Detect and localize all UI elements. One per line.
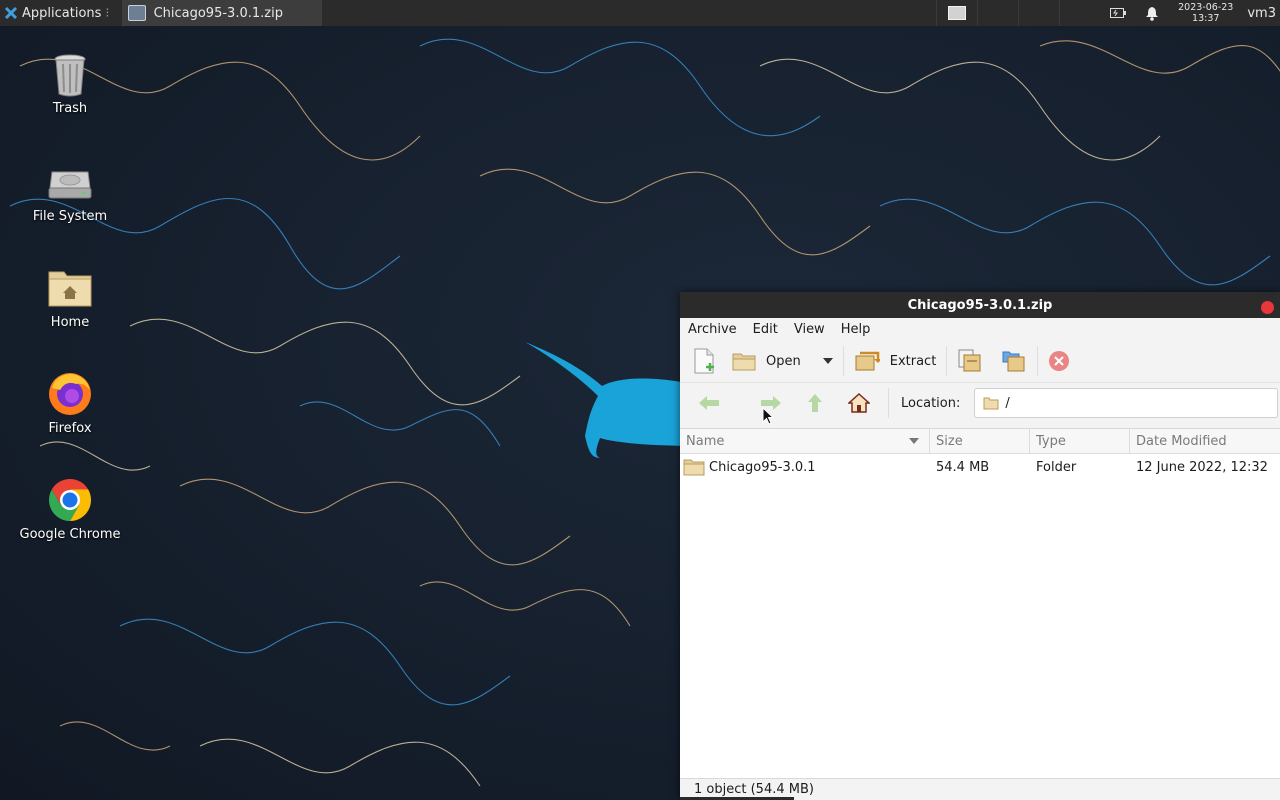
arrow-up-icon xyxy=(808,394,822,412)
new-archive-icon xyxy=(694,348,714,374)
file-list: Name Size Type Date Modified Chicago95-3… xyxy=(680,428,1280,779)
window-close-button[interactable] xyxy=(1261,301,1274,314)
panel-separator-icon: ⁝ xyxy=(105,5,110,21)
up-button[interactable] xyxy=(800,388,830,418)
open-folder-icon xyxy=(732,353,756,371)
archive-app-icon xyxy=(127,5,146,21)
sort-indicator-icon xyxy=(909,438,919,444)
status-text: 1 object (54.4 MB) xyxy=(694,782,814,797)
column-size-label: Size xyxy=(936,433,963,449)
applications-menu-button[interactable]: Applications ⁝ xyxy=(0,0,114,26)
home-icon xyxy=(848,393,870,413)
cell-type: Folder xyxy=(1030,454,1130,480)
home-folder-icon xyxy=(46,264,94,312)
window-titlebar[interactable]: Chicago95-3.0.1.zip xyxy=(680,292,1280,318)
workspace-1[interactable] xyxy=(936,0,977,26)
new-archive-button[interactable] xyxy=(692,345,716,377)
workspace-3[interactable] xyxy=(1018,0,1059,26)
cell-date-modified: 12 June 2022, 12:32 xyxy=(1130,454,1280,480)
stop-icon xyxy=(1049,351,1070,371)
mouse-pointer-icon xyxy=(762,407,774,425)
menu-view[interactable]: View xyxy=(790,322,829,337)
file-type: Folder xyxy=(1036,459,1077,475)
chevron-down-icon xyxy=(822,358,833,364)
clock[interactable]: 2023-06-23 13:37 xyxy=(1168,2,1243,24)
desktop-icon-file-system[interactable]: File System xyxy=(15,158,125,224)
open-button[interactable]: Open xyxy=(732,345,801,377)
arrow-left-icon xyxy=(699,396,719,410)
cell-size: 54.4 MB xyxy=(930,454,1030,480)
top-panel: Applications ⁝ Chicago95-3.0.1.zip 2023-… xyxy=(0,0,1280,26)
xfce-logo-icon xyxy=(4,6,18,20)
notification-bell-icon[interactable] xyxy=(1136,0,1168,26)
home-button[interactable] xyxy=(844,388,874,418)
location-field[interactable]: / xyxy=(974,388,1279,418)
column-header-type[interactable]: Type xyxy=(1030,429,1130,453)
drive-icon xyxy=(46,158,94,206)
toolbar-separator xyxy=(842,346,844,376)
menu-edit[interactable]: Edit xyxy=(749,322,782,337)
clock-date: 2023-06-23 xyxy=(1178,2,1234,13)
column-header-date-modified[interactable]: Date Modified xyxy=(1130,429,1280,453)
window-title: Chicago95-3.0.1.zip xyxy=(907,297,1053,313)
back-button[interactable] xyxy=(694,388,724,418)
column-type-label: Type xyxy=(1036,433,1066,449)
chrome-icon xyxy=(46,476,94,524)
add-folder-button[interactable] xyxy=(1001,345,1027,377)
add-files-icon xyxy=(958,349,981,372)
open-dropdown-button[interactable] xyxy=(822,345,833,377)
main-toolbar: Open Extract xyxy=(680,340,1280,383)
menu-help[interactable]: Help xyxy=(837,322,875,337)
folder-icon xyxy=(683,459,705,475)
desktop-icon-label: Firefox xyxy=(48,421,92,436)
column-header-size[interactable]: Size xyxy=(930,429,1030,453)
extract-button[interactable]: Extract xyxy=(854,345,937,377)
trash-icon xyxy=(46,50,94,98)
archive-manager-window: Chicago95-3.0.1.zip Archive Edit View He… xyxy=(680,292,1280,800)
stop-button[interactable] xyxy=(1048,345,1070,377)
statusbar: 1 object (54.4 MB) xyxy=(680,778,1280,800)
applications-label: Applications xyxy=(22,5,102,21)
taskbar-window-button[interactable]: Chicago95-3.0.1.zip xyxy=(121,0,322,26)
workspace-window-preview xyxy=(948,6,967,20)
desktop-icon-label: Google Chrome xyxy=(19,527,121,542)
taskbar-window-title: Chicago95-3.0.1.zip xyxy=(153,5,283,21)
user-menu-button[interactable]: vm3 xyxy=(1243,0,1280,26)
cell-name: Chicago95-3.0.1 xyxy=(680,454,930,480)
file-size: 54.4 MB xyxy=(936,459,990,475)
extract-label: Extract xyxy=(889,353,937,369)
firefox-icon xyxy=(46,370,94,418)
desktop-icon-label: File System xyxy=(32,209,108,224)
table-row[interactable]: Chicago95-3.0.1 54.4 MB Folder 12 June 2… xyxy=(680,454,1280,480)
desktop-icon-google-chrome[interactable]: Google Chrome xyxy=(15,476,125,542)
location-value: / xyxy=(1005,395,1010,411)
file-name: Chicago95-3.0.1 xyxy=(709,459,816,475)
workspace-2[interactable] xyxy=(977,0,1018,26)
extract-icon xyxy=(855,351,880,371)
column-name-label: Name xyxy=(686,433,725,449)
username: vm3 xyxy=(1247,5,1276,21)
file-date: 12 June 2022, 12:32 xyxy=(1136,459,1268,475)
add-files-button[interactable] xyxy=(957,345,983,377)
battery-icon[interactable] xyxy=(1100,0,1136,26)
desktop-icon-label: Home xyxy=(50,315,90,330)
list-header: Name Size Type Date Modified xyxy=(680,429,1280,454)
desktop-icon-firefox[interactable]: Firefox xyxy=(15,370,125,436)
column-date-label: Date Modified xyxy=(1136,433,1227,449)
add-folder-icon xyxy=(1002,351,1025,372)
toolbar-separator xyxy=(888,388,889,418)
column-header-name[interactable]: Name xyxy=(680,429,930,453)
open-label: Open xyxy=(766,353,801,369)
desktop-icon-label: Trash xyxy=(52,101,88,116)
desktop-icon-trash[interactable]: Trash xyxy=(15,50,125,116)
menubar: Archive Edit View Help xyxy=(680,318,1280,340)
toolbar-separator xyxy=(1037,346,1039,376)
clock-time: 13:37 xyxy=(1192,13,1220,24)
location-label: Location: xyxy=(901,395,961,411)
menu-archive[interactable]: Archive xyxy=(684,322,741,337)
toolbar-separator xyxy=(946,346,948,376)
workspace-4[interactable] xyxy=(1059,0,1100,26)
desktop-icon-home[interactable]: Home xyxy=(15,264,125,330)
folder-icon xyxy=(983,397,999,409)
